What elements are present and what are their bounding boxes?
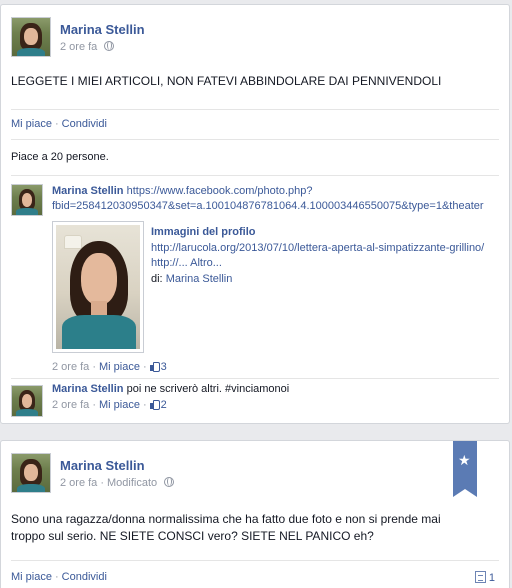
post-meta: 2 ore fa [60,41,115,53]
post-text: LEGGETE I MIEI ARTICOLI, NON FATEVI ABBI… [11,74,442,88]
post-meta: 2 ore fa · Modificato [60,477,175,489]
attachment-byline: di: Marina Stellin [151,273,233,285]
globe-icon[interactable] [164,477,175,487]
comment-link-cont[interactable]: fbid=258412030950347&set=a.1001048767810… [52,200,484,212]
comment-like-button[interactable]: Mi piace [99,361,140,373]
comment-body: Marina Stellin poi ne scriverò altri. #v… [52,382,289,397]
attachment-photo[interactable] [52,221,144,353]
divider [11,109,499,110]
author-avatar[interactable] [11,17,51,57]
comment-meta: 2 ore fa · Mi piace · 3 [52,361,167,373]
attachment-url: http://larucola.org/2013/07/10/lettera-a… [151,241,501,271]
comment-like-count[interactable]: 2 [149,399,167,411]
commenter-avatar[interactable] [11,385,43,417]
author-name[interactable]: Marina Stellin [60,22,145,37]
comment-timestamp[interactable]: 2 ore fa [52,399,89,411]
post-timestamp[interactable]: 2 ore fa [60,41,97,53]
author-name[interactable]: Marina Stellin [60,458,145,473]
attachment-more-link[interactable]: http://... Altro... [151,257,222,269]
comment-like-button[interactable]: Mi piace [99,399,140,411]
post-actions: Mi piace · Condividi [11,571,107,583]
post-card: ★ Marina Stellin 2 ore fa · Modificato Son… [0,440,510,588]
edited-label[interactable]: Modificato [107,477,157,489]
comment-body: Marina Stellin https://www.facebook.com/… [52,184,507,214]
divider [11,139,499,140]
thumbs-up-icon [149,400,160,410]
comment-like-count[interactable]: 3 [149,361,167,373]
star-icon: ★ [458,452,471,468]
commenter-name[interactable]: Marina Stellin [52,185,124,197]
likes-summary[interactable]: Piace a 20 persone. [11,151,109,163]
author-avatar[interactable] [11,453,51,493]
post-timestamp[interactable]: 2 ore fa [60,477,97,489]
highlight-ribbon[interactable]: ★ [453,441,477,497]
comment-text: poi ne scriverò altri. #vinciamonoi [126,383,290,395]
thumbs-up-icon [149,362,160,372]
divider [11,175,499,176]
share-button[interactable]: Condividi [62,118,107,130]
post-text: Sono una ragazza/donna normalissima che … [11,512,441,543]
commenter-avatar[interactable] [11,184,43,216]
divider [11,378,499,379]
attachment-url-line[interactable]: http://larucola.org/2013/07/10/lettera-a… [151,242,484,254]
share-button[interactable]: Condividi [62,571,107,583]
comment-icon [474,571,486,583]
attachment-title[interactable]: Immagini del profilo [151,226,256,238]
comment-link[interactable]: https://www.facebook.com/photo.php? [127,185,313,197]
like-button[interactable]: Mi piace [11,571,52,583]
comment-timestamp[interactable]: 2 ore fa [52,361,89,373]
commenter-name[interactable]: Marina Stellin [52,383,124,395]
post-card: Marina Stellin 2 ore fa LEGGETE I MIEI A… [0,4,510,424]
post-actions: Mi piace · Condividi [11,118,107,130]
comment-count[interactable]: 1 [474,571,495,584]
globe-icon[interactable] [104,41,115,51]
like-button[interactable]: Mi piace [11,118,52,130]
divider [11,560,499,561]
attachment-author[interactable]: Marina Stellin [166,273,233,285]
comment-meta: 2 ore fa · Mi piace · 2 [52,399,167,411]
